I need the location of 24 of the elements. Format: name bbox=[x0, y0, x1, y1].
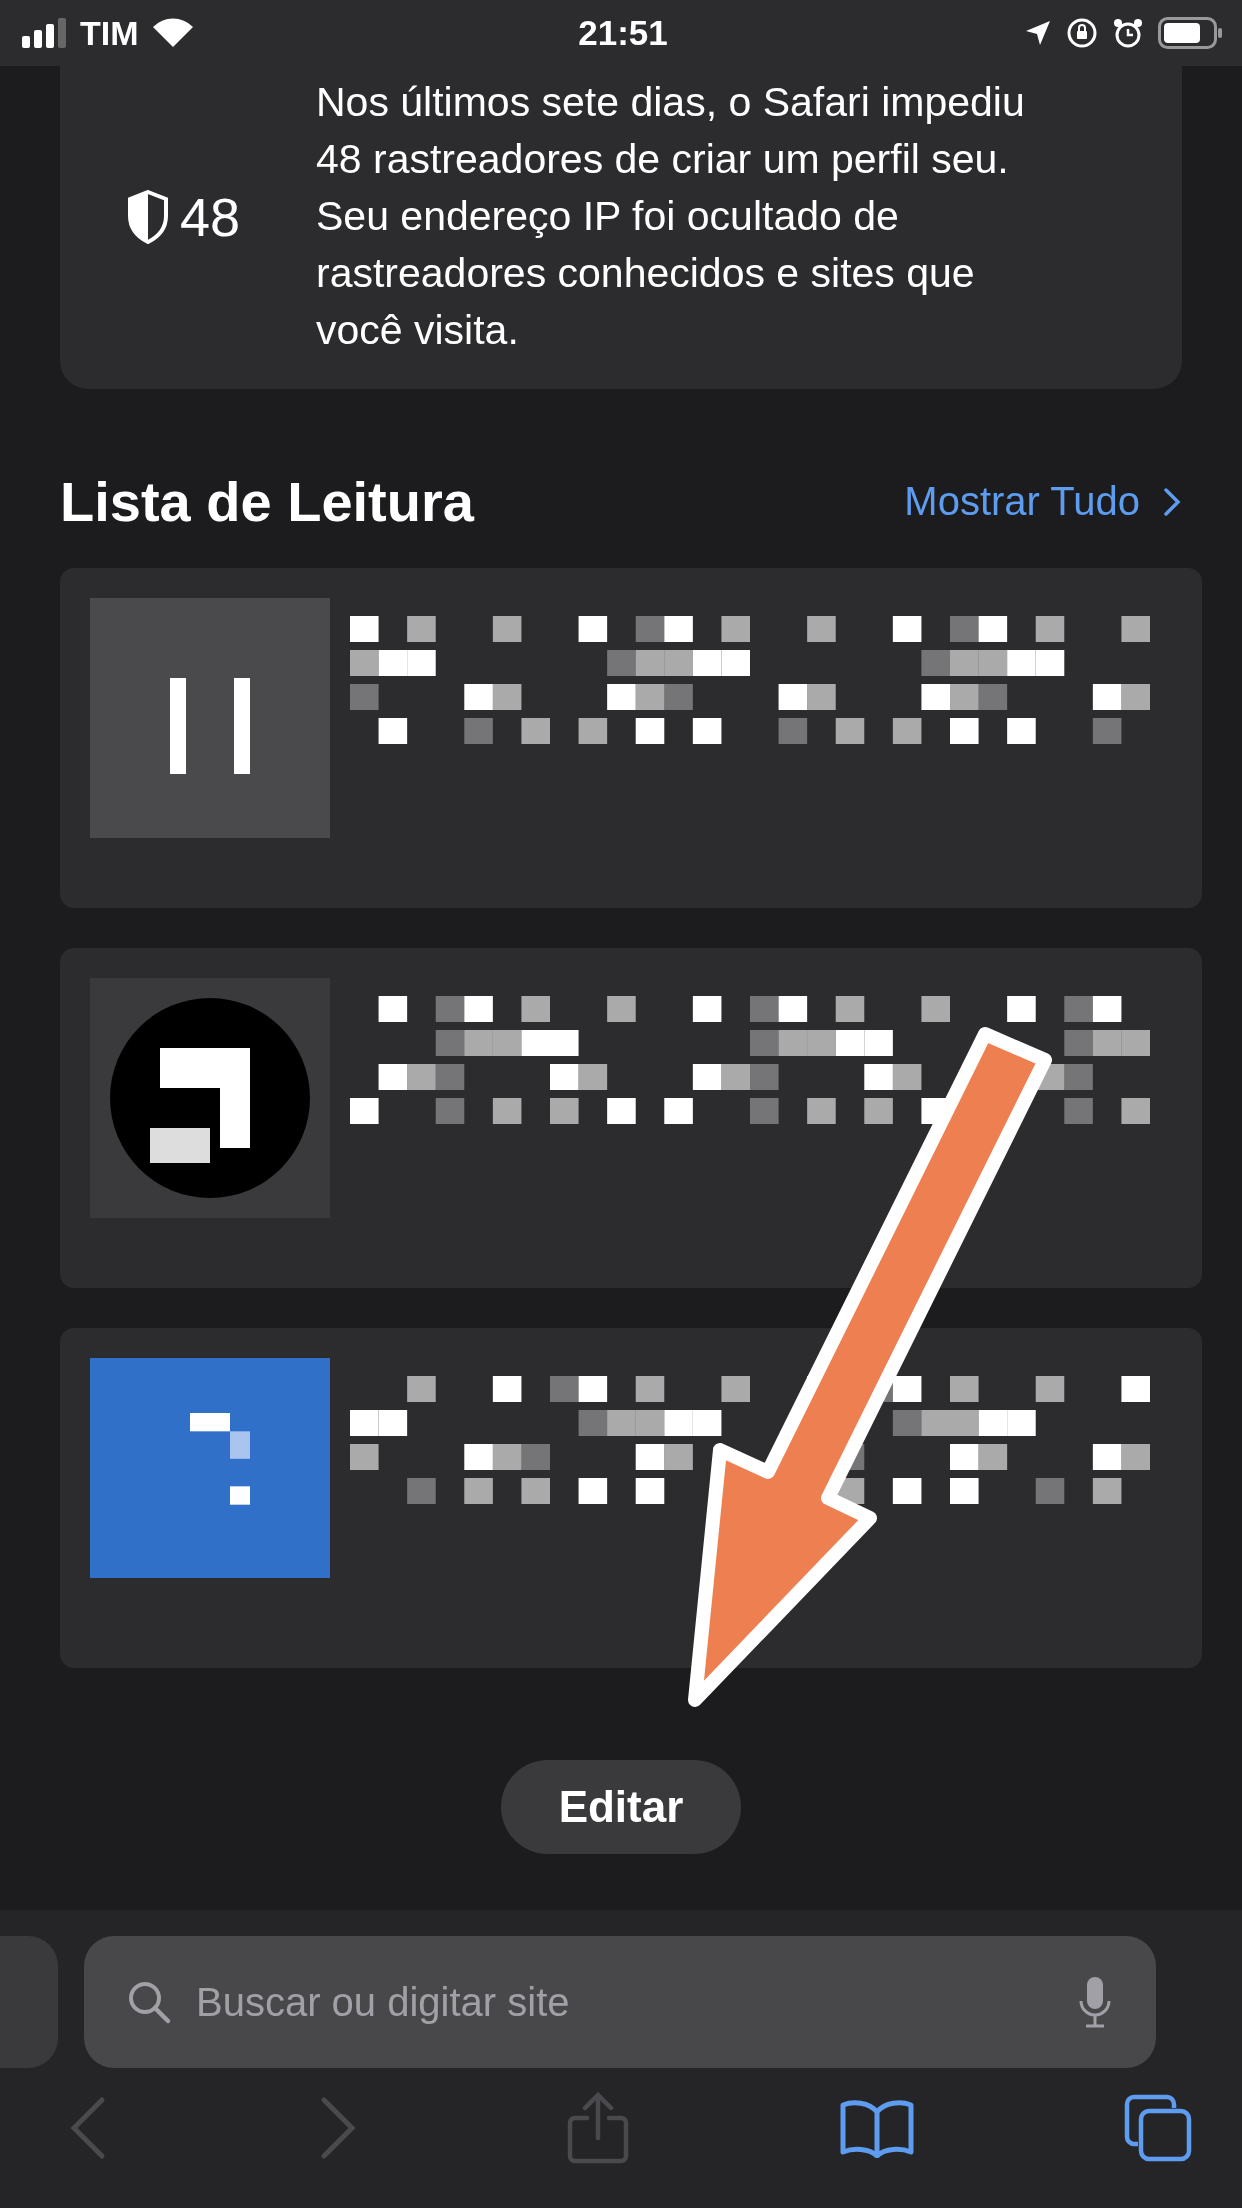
alarm-clock-icon bbox=[1112, 17, 1144, 49]
privacy-summary: Nos últimos sete dias, o Safari impediu 48 rastreadores de criar um perfil seu. Seu endereço IP foi ocultado de rastreadores conhecidos e sites que você visita. bbox=[316, 78, 1026, 355]
battery-icon bbox=[1158, 17, 1224, 49]
reading-list-item[interactable] bbox=[60, 1328, 1202, 1668]
privacy-report-card[interactable]: 48 Nos últimos sete dias, o Safari impediu 48 rastreadores de criar um perfil seu. Seu endereço IP foi ocultado de rastreadores conhecidos e sites que você visita. bbox=[60, 66, 1182, 389]
section-title: Lista de Leitura bbox=[60, 469, 474, 534]
book-icon[interactable] bbox=[838, 2098, 915, 2158]
address-bar[interactable]: Buscar ou digitar site bbox=[84, 1936, 1156, 2068]
search-icon bbox=[126, 1979, 172, 2025]
signal-icon bbox=[22, 18, 68, 48]
reading-list-item[interactable] bbox=[60, 948, 1202, 1288]
show-all-link[interactable]: Mostrar Tudo bbox=[904, 479, 1182, 524]
status-time: 21:51 bbox=[578, 13, 668, 53]
reading-list-item[interactable] bbox=[60, 568, 1202, 908]
rotation-lock-icon bbox=[1066, 17, 1098, 49]
tracker-count: 48 bbox=[180, 185, 241, 248]
edit-button[interactable]: Editar bbox=[500, 1760, 742, 1854]
chevron-right-icon[interactable] bbox=[1162, 486, 1182, 517]
shield-icon bbox=[126, 189, 170, 244]
microphone-icon[interactable] bbox=[1078, 1975, 1112, 2029]
carrier-name: TIM bbox=[80, 13, 139, 53]
location-arrow-icon bbox=[1024, 19, 1052, 47]
tabs-icon[interactable] bbox=[1124, 2094, 1192, 2162]
address-input[interactable]: Buscar ou digitar site bbox=[194, 1978, 1056, 2026]
